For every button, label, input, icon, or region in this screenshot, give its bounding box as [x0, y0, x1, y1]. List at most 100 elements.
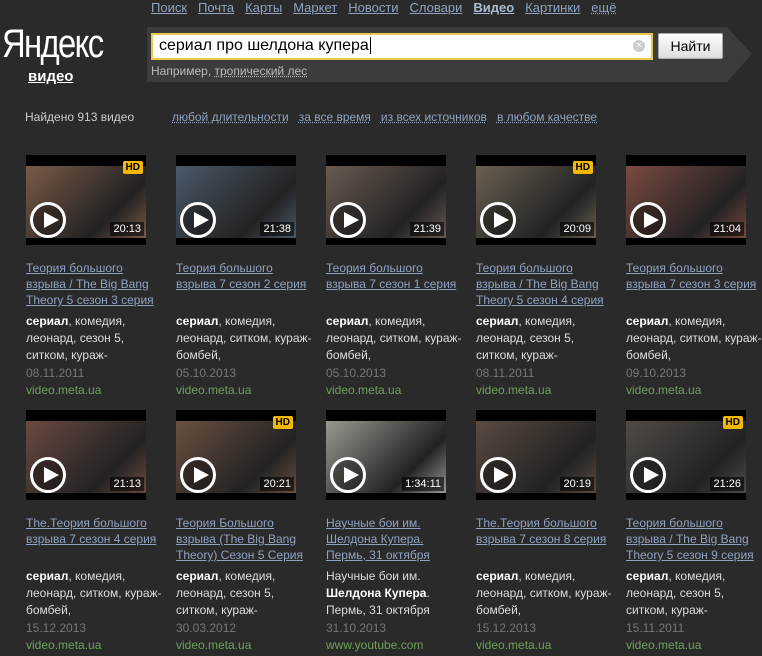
video-title[interactable]: Теория большого взрыва / The Big Bang Th… [626, 515, 762, 563]
video-source[interactable]: video.meta.ua [26, 637, 166, 654]
desc-prefix: Научные бои им. [326, 569, 421, 583]
video-date: 09.10.2013 [626, 366, 687, 380]
video-source[interactable]: video.meta.ua [176, 637, 316, 654]
video-card: 20:21 HD Теория Большого взрыва (The Big… [176, 410, 316, 654]
nav-mail[interactable]: Почта [198, 0, 234, 15]
search-value: сериал про шелдона купера [159, 37, 369, 54]
top-nav: Поиск Почта Карты Маркет Новости Словари… [151, 0, 616, 15]
desc-highlight: сериал [26, 314, 69, 328]
clear-icon[interactable]: × [633, 40, 645, 52]
play-icon[interactable] [180, 202, 216, 238]
video-card: 20:19 The.Теория большого взрыва 7 сезон… [476, 410, 616, 654]
video-title[interactable]: Теория большого взрыва 7 сезон 1 серия [326, 260, 466, 308]
video-date: 15.12.2013 [476, 621, 537, 635]
filter-source[interactable]: из всех источников [381, 110, 487, 124]
video-description: сериал, комедия, леонард, сезон 5, ситко… [476, 313, 616, 364]
play-icon[interactable] [480, 202, 516, 238]
video-title[interactable]: Теория Большого взрыва (The Big Bang The… [176, 515, 316, 563]
nav-dictionaries[interactable]: Словари [410, 0, 463, 15]
hint-link[interactable]: тропический лес [215, 64, 308, 78]
play-icon[interactable] [630, 457, 666, 493]
desc-highlight: сериал [476, 314, 519, 328]
video-source[interactable]: video.meta.ua [326, 382, 466, 399]
filter-time[interactable]: за все время [299, 110, 371, 124]
video-thumbnail[interactable]: 21:39 [326, 155, 446, 245]
video-thumbnail[interactable]: 21:13 [26, 410, 146, 500]
desc-highlight: сериал [176, 569, 219, 583]
video-description: сериал, комедия, леонард, сезон 5, ситко… [26, 313, 166, 364]
video-title[interactable]: Теория большого взрыва / The Big Bang Th… [476, 260, 616, 308]
duration: 21:39 [410, 222, 444, 236]
video-card: 21:26 HD Теория большого взрыва / The Bi… [626, 410, 762, 654]
duration: 21:13 [110, 477, 144, 491]
yandex-logo[interactable]: Яндекс [2, 22, 104, 67]
hint-prefix: Например, [151, 64, 212, 78]
video-source[interactable]: video.meta.ua [626, 382, 762, 399]
video-description: сериал, комедия, леонард, ситком, кураж-… [626, 313, 762, 364]
video-card: 20:09 HD Теория большого взрыва / The Bi… [476, 155, 616, 399]
search-input[interactable]: сериал про шелдона купера × [151, 33, 653, 60]
filter-quality[interactable]: в любом качестве [497, 110, 597, 124]
video-title[interactable]: Теория большого взрыва 7 сезон 3 серия [626, 260, 762, 308]
filter-duration[interactable]: любой длительности [172, 110, 289, 124]
hd-badge: HD [122, 161, 143, 174]
video-date: 30.03.2012 [176, 621, 237, 635]
nav-video[interactable]: Видео [473, 0, 514, 15]
video-title[interactable]: The.Теория большого взрыва 7 сезон 4 сер… [26, 515, 166, 563]
video-source[interactable]: video.meta.ua [476, 637, 616, 654]
duration: 20:09 [560, 222, 594, 236]
play-icon[interactable] [330, 457, 366, 493]
nav-more[interactable]: ещё [591, 0, 616, 15]
desc-highlight: сериал [26, 569, 69, 583]
video-card: 21:38 Теория большого взрыва 7 сезон 2 с… [176, 155, 316, 399]
desc-highlight: сериал [626, 569, 669, 583]
video-description: сериал, комедия, леонард, ситком, кураж-… [176, 313, 316, 364]
video-date: 08.11.2011 [476, 366, 535, 380]
video-source[interactable]: video.meta.ua [176, 382, 316, 399]
nav-news[interactable]: Новости [348, 0, 398, 15]
nav-images[interactable]: Картинки [525, 0, 580, 15]
video-date: 31.10.2013 [326, 621, 387, 635]
video-description: сериал, комедия, леонард, сезон 5, ситко… [626, 568, 762, 619]
nav-search[interactable]: Поиск [151, 0, 187, 15]
play-icon[interactable] [180, 457, 216, 493]
hd-badge: HD [722, 416, 743, 429]
desc-highlight: сериал [476, 569, 519, 583]
video-thumbnail[interactable]: 20:09 HD [476, 155, 596, 245]
search-hint: Например, тропический лес [151, 64, 307, 78]
desc-highlight: сериал [626, 314, 669, 328]
video-thumbnail[interactable]: 20:13 HD [26, 155, 146, 245]
filters: любой длительности за все время из всех … [172, 110, 597, 124]
video-thumbnail[interactable]: 20:19 [476, 410, 596, 500]
video-thumbnail[interactable]: 21:26 HD [626, 410, 746, 500]
video-description: сериал, комедия, леонард, ситком, кураж-… [26, 568, 166, 619]
video-card: 21:13 The.Теория большого взрыва 7 сезон… [26, 410, 166, 654]
play-icon[interactable] [480, 457, 516, 493]
video-thumbnail[interactable]: 21:04 [626, 155, 746, 245]
video-title[interactable]: The.Теория большого взрыва 7 сезон 8 сер… [476, 515, 616, 563]
video-title[interactable]: Теория большого взрыва / The Big Bang Th… [26, 260, 166, 308]
video-date: 15.12.2013 [26, 621, 87, 635]
video-thumbnail[interactable]: 20:21 HD [176, 410, 296, 500]
nav-market[interactable]: Маркет [293, 0, 337, 15]
video-source[interactable]: www.youtube.com [326, 637, 466, 654]
video-source[interactable]: video.meta.ua [626, 637, 762, 654]
video-source[interactable]: video.meta.ua [476, 382, 616, 399]
video-source[interactable]: video.meta.ua [26, 382, 166, 399]
search-button[interactable]: Найти [658, 33, 723, 59]
video-description: Научные бои им. Шелдона Купера. Пермь, 3… [326, 568, 466, 619]
play-icon[interactable] [330, 202, 366, 238]
video-title[interactable]: Теория большого взрыва 7 сезон 2 серия [176, 260, 316, 308]
nav-maps[interactable]: Карты [245, 0, 282, 15]
play-icon[interactable] [30, 202, 66, 238]
video-card: 21:04 Теория большого взрыва 7 сезон 3 с… [626, 155, 762, 399]
video-thumbnail[interactable]: 1:34:11 [326, 410, 446, 500]
results-count: Найдено 913 видео [25, 110, 135, 124]
service-name[interactable]: видео [28, 68, 73, 85]
play-icon[interactable] [30, 457, 66, 493]
play-icon[interactable] [630, 202, 666, 238]
video-title[interactable]: Научные бои им. Шелдона Купера. Пермь, 3… [326, 515, 466, 563]
video-date: 05.10.2013 [326, 366, 387, 380]
video-description: сериал, комедия, леонард, ситком, кураж-… [476, 568, 616, 619]
video-thumbnail[interactable]: 21:38 [176, 155, 296, 245]
